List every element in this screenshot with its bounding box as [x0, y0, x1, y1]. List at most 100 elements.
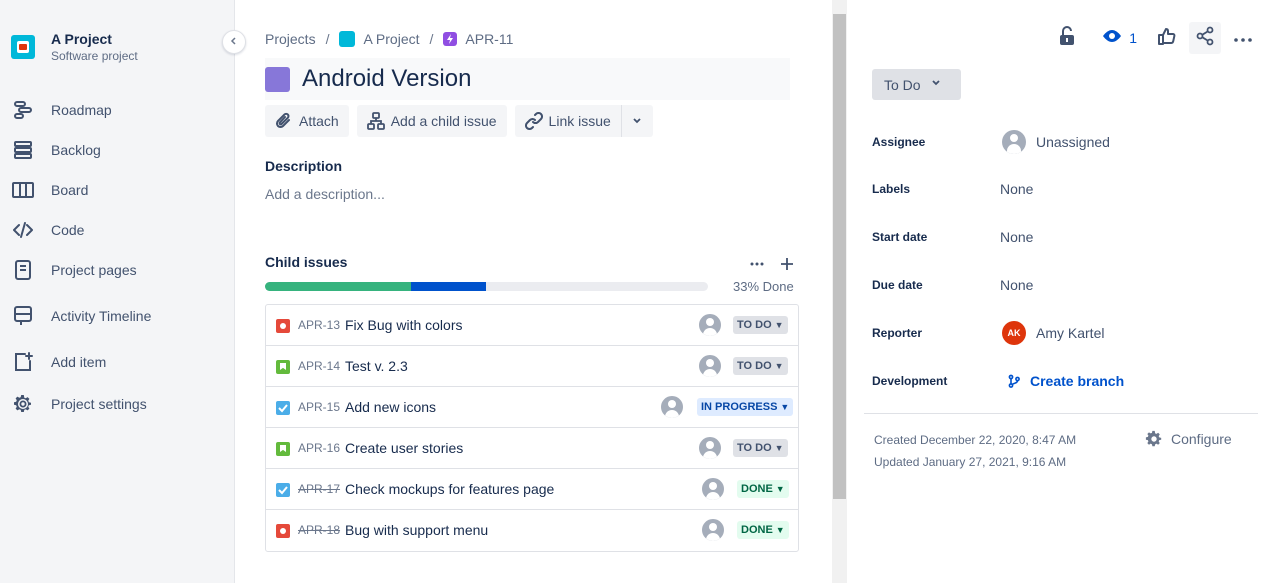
breadcrumb-issue-key[interactable]: APR-11 [465, 31, 513, 47]
field-label: Reporter [872, 326, 923, 340]
sidebar-item-code[interactable]: Code [0, 210, 234, 250]
issue-summary[interactable]: Create user stories [345, 440, 463, 456]
status-label: TO DO [737, 442, 772, 454]
description-field[interactable]: Add a description... [265, 186, 385, 202]
sidebar: A Project Software project Roadmap Backl… [0, 0, 235, 583]
watch-button[interactable]: 1 [1101, 22, 1137, 54]
updated-timestamp: Updated January 27, 2021, 9:16 AM [874, 455, 1067, 469]
reporter-value: Amy Kartel [1036, 325, 1105, 341]
status-badge[interactable]: IN PROGRESS ▼ [697, 398, 794, 416]
timeline-icon [12, 305, 34, 327]
story-icon [276, 360, 290, 374]
create-branch-link[interactable]: Create branch [1000, 373, 1124, 389]
scrollbar-thumb[interactable] [833, 14, 846, 499]
more-icon[interactable] [745, 253, 769, 275]
sidebar-item-project-settings[interactable]: Project settings [0, 384, 234, 424]
share-icon [1195, 26, 1215, 51]
add-item-icon [12, 351, 34, 373]
sidebar-item-project-pages[interactable]: Project pages [0, 250, 234, 290]
share-button[interactable] [1189, 22, 1221, 54]
labels-value: None [1000, 181, 1034, 197]
start-date-field[interactable]: Start date None [872, 225, 1252, 249]
avatar[interactable] [660, 395, 684, 419]
status-label: IN PROGRESS [701, 401, 778, 413]
sidebar-item-add-item[interactable]: Add item [0, 342, 234, 382]
description-heading: Description [265, 158, 343, 174]
avatar[interactable] [701, 518, 725, 542]
link-issue-button[interactable]: Link issue [514, 105, 621, 137]
avatar[interactable] [698, 436, 722, 460]
issue-key[interactable]: APR-15 [298, 400, 340, 414]
sidebar-item-activity-timeline[interactable]: Activity Timeline [0, 296, 234, 336]
app-root: A Project Software project Roadmap Backl… [0, 0, 1267, 583]
sidebar-item-board[interactable]: Board [0, 170, 234, 210]
branch-icon [1008, 374, 1020, 388]
status-badge[interactable]: TO DO ▼ [733, 316, 788, 334]
status-dropdown[interactable]: To Do [872, 69, 961, 100]
due-date-value: None [1000, 277, 1034, 293]
more-options-button[interactable] [1227, 22, 1259, 54]
avatar[interactable] [701, 477, 725, 501]
list-item[interactable]: APR-17 Check mockups for features page D… [266, 469, 798, 510]
avatar[interactable] [698, 354, 722, 378]
sidebar-item-roadmap[interactable]: Roadmap [0, 90, 234, 130]
more-actions-button[interactable] [620, 105, 653, 137]
chevron-down-icon: ▼ [774, 320, 784, 330]
list-item[interactable]: APR-16 Create user stories TO DO ▼ [266, 428, 798, 469]
issue-title-field[interactable]: Android Version [265, 58, 790, 100]
issue-key[interactable]: APR-16 [298, 441, 340, 455]
labels-field[interactable]: Labels None [872, 177, 1252, 201]
collapse-sidebar-button[interactable] [222, 30, 246, 54]
chevron-left-icon [229, 33, 239, 51]
chevron-down-icon [931, 78, 941, 91]
sidebar-item-backlog[interactable]: Backlog [0, 130, 234, 170]
issue-key[interactable]: APR-18 [298, 523, 340, 537]
field-label: Labels [872, 182, 911, 196]
list-item[interactable]: APR-15 Add new icons IN PROGRESS ▼ [266, 387, 798, 428]
list-item[interactable]: APR-13 Fix Bug with colors TO DO ▼ [266, 305, 798, 346]
assignee-field[interactable]: Assignee Unassigned [872, 130, 1252, 154]
list-item[interactable]: APR-14 Test v. 2.3 TO DO ▼ [266, 346, 798, 387]
issue-summary[interactable]: Fix Bug with colors [345, 317, 462, 333]
main-scrollbar[interactable] [832, 0, 847, 583]
breadcrumb-project[interactable]: A Project [363, 31, 419, 47]
child-issues-heading: Child issues [265, 254, 348, 270]
hierarchy-icon [366, 112, 385, 130]
project-avatar-icon [339, 31, 356, 47]
issue-key[interactable]: APR-17 [298, 482, 340, 496]
add-child-label: Add a child issue [390, 113, 497, 129]
status-badge[interactable]: DONE ▼ [737, 480, 789, 498]
bug-icon [276, 319, 290, 333]
issue-summary[interactable]: Check mockups for features page [345, 481, 554, 497]
breadcrumb-projects[interactable]: Projects [265, 31, 316, 47]
progress-label: 33% Done [733, 279, 794, 294]
configure-button[interactable]: Configure [1145, 430, 1232, 448]
status-badge[interactable]: TO DO ▼ [733, 357, 788, 375]
due-date-field[interactable]: Due date None [872, 273, 1252, 297]
add-child-issue-button[interactable]: Add a child issue [356, 105, 507, 137]
create-branch-label: Create branch [1030, 373, 1125, 389]
epic-icon [443, 32, 458, 46]
project-header[interactable]: A Project Software project [11, 30, 138, 64]
plus-icon[interactable] [775, 253, 799, 275]
reporter-field[interactable]: Reporter AK Amy Kartel [872, 321, 1252, 345]
child-issues-list: APR-13 Fix Bug with colors TO DO ▼ APR-14… [265, 304, 799, 552]
issue-key[interactable]: APR-14 [298, 359, 340, 373]
thumbs-up-icon [1157, 26, 1177, 51]
issue-summary[interactable]: Test v. 2.3 [345, 358, 408, 374]
issue-summary[interactable]: Bug with support menu [345, 522, 488, 538]
issue-summary[interactable]: Add new icons [345, 399, 436, 415]
restrictions-button[interactable] [1051, 22, 1083, 54]
vote-button[interactable] [1151, 22, 1183, 54]
issue-title: Android Version [302, 65, 472, 92]
avatar[interactable] [698, 313, 722, 337]
sidebar-nav: Roadmap Backlog Board Code Project pages… [0, 90, 234, 424]
lock-open-icon [1059, 25, 1075, 51]
issue-key[interactable]: APR-13 [298, 318, 340, 332]
status-badge[interactable]: TO DO ▼ [733, 439, 788, 457]
attach-button[interactable]: Attach [265, 105, 349, 137]
list-item[interactable]: APR-18 Bug with support menu DONE ▼ [266, 510, 798, 551]
status-badge[interactable]: DONE ▼ [737, 521, 789, 539]
watch-count: 1 [1129, 30, 1137, 46]
avatar [1002, 130, 1026, 154]
